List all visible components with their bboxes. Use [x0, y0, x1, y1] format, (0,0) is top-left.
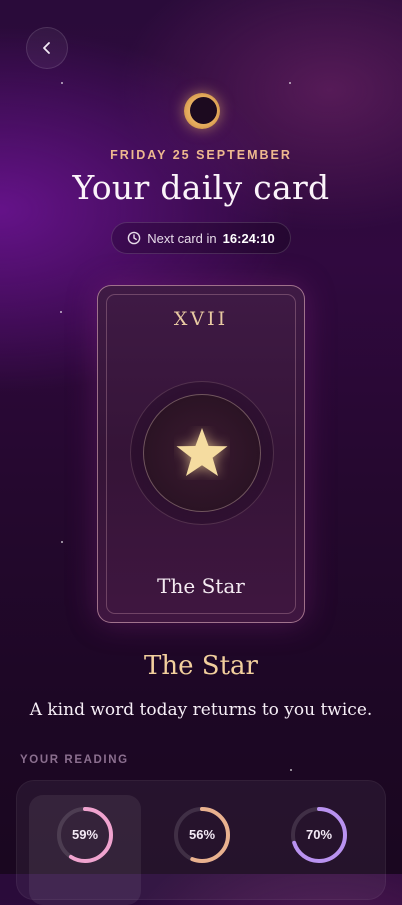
sparkle-dot — [61, 541, 63, 543]
card-numeral: XVII — [173, 308, 229, 330]
back-button[interactable] — [26, 27, 68, 69]
chevron-left-icon — [43, 42, 50, 54]
date-label: FRIDAY 25 SEPTEMBER — [110, 148, 292, 162]
gauge-value: 56% — [188, 827, 216, 842]
sparkle-dot — [290, 769, 292, 771]
card-medallion-inner — [143, 394, 261, 512]
card-medallion — [130, 381, 274, 525]
tarot-card[interactable]: XVII The Star — [97, 285, 305, 623]
sparkle-dot — [61, 82, 63, 84]
eclipse-moon-icon — [184, 93, 220, 129]
reading-gauge[interactable]: 70% — [263, 795, 375, 905]
reading-gauge[interactable]: 56% — [146, 795, 258, 905]
card-title: The Star — [144, 651, 258, 681]
timer-prefix: Next card in — [147, 230, 217, 246]
next-card-timer: Next card in 16:24:10 — [111, 222, 291, 254]
sparkle-dot — [60, 311, 62, 313]
sparkle-dot — [289, 82, 291, 84]
card-name: The Star — [157, 574, 245, 598]
card-message: A kind word today returns to you twice. — [29, 700, 373, 720]
reading-gauge[interactable]: 59% — [29, 795, 141, 905]
reading-panel: 59% 56% 70% — [16, 780, 386, 905]
star-icon — [176, 428, 228, 476]
section-label: YOUR READING — [20, 754, 129, 766]
gauge-value: 59% — [71, 827, 99, 842]
timer-value: 16:24:10 — [222, 230, 275, 246]
gauge-value: 70% — [305, 827, 333, 842]
page-title: Your daily card — [72, 168, 330, 207]
clock-icon — [127, 231, 141, 245]
